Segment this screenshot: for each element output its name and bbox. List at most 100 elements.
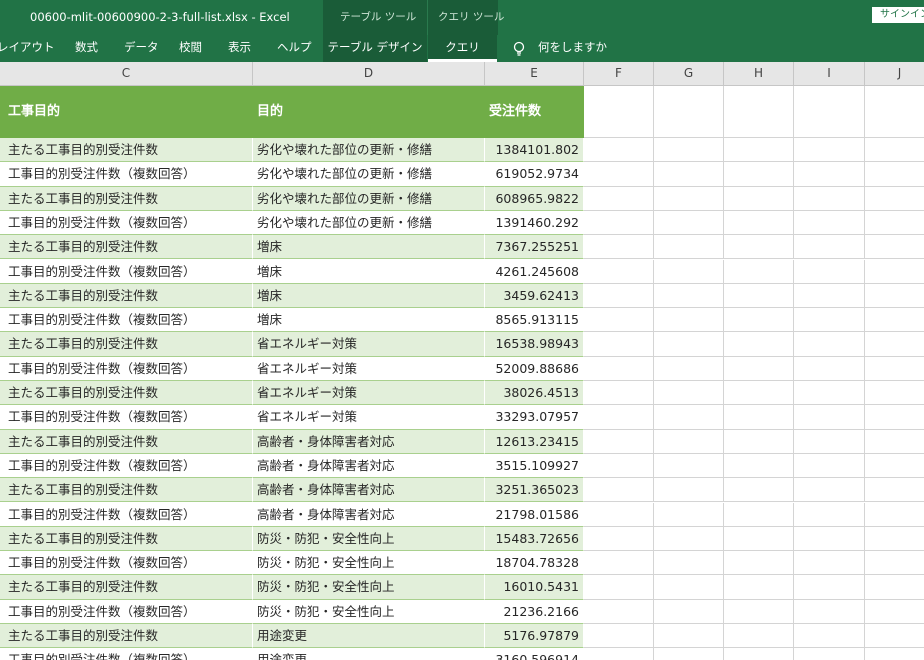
empty-cell[interactable] [654,235,724,260]
purpose-cell[interactable]: 劣化や壊れた部位の更新・修繕 [253,162,485,187]
order-count-cell[interactable]: 16538.98943 [485,332,584,357]
order-count-cell[interactable]: 15483.72656 [485,526,584,552]
purpose-type-cell[interactable]: 工事目的別受注件数（複数回答） [0,356,253,381]
empty-cell[interactable] [654,138,724,163]
empty-cell[interactable] [794,235,865,260]
empty-cell[interactable] [724,235,794,260]
purpose-type-cell[interactable]: 主たる工事目的別受注件数 [0,575,253,600]
empty-cell[interactable] [865,332,924,357]
purpose-type-cell[interactable]: 主たる工事目的別受注件数 [0,526,253,552]
purpose-type-cell[interactable]: 主たる工事目的別受注件数 [0,186,253,211]
empty-cell[interactable] [865,648,924,660]
order-count-cell[interactable]: 33293.07957 [485,405,584,430]
empty-cell[interactable] [724,453,794,479]
table-header-cell[interactable]: 受注件数 [485,86,584,138]
empty-cell[interactable] [865,551,924,576]
empty-cell[interactable] [865,284,924,309]
purpose-cell[interactable]: 劣化や壊れた部位の更新・修繕 [253,138,485,163]
empty-cell[interactable] [654,429,724,454]
tab-help[interactable]: ヘルプ [277,35,312,62]
order-count-cell[interactable]: 3251.365023 [485,478,584,503]
empty-cell[interactable] [794,599,865,624]
empty-cell[interactable] [654,259,724,284]
purpose-cell[interactable]: 防災・防犯・安全性向上 [253,526,485,552]
empty-cell[interactable] [584,235,654,260]
empty-cell[interactable] [654,332,724,357]
empty-cell[interactable] [724,138,794,163]
purpose-type-cell[interactable]: 工事目的別受注件数（複数回答） [0,502,253,527]
order-count-cell[interactable]: 5176.97879 [485,624,584,649]
purpose-type-cell[interactable]: 主たる工事目的別受注件数 [0,624,253,649]
order-count-cell[interactable]: 21798.01586 [485,502,584,527]
column-header-i[interactable]: I [794,62,865,85]
empty-cell[interactable] [865,235,924,260]
empty-cell[interactable] [865,138,924,163]
purpose-type-cell[interactable]: 工事目的別受注件数（複数回答） [0,599,253,624]
order-count-cell[interactable]: 1384101.802 [485,138,584,163]
empty-cell[interactable] [654,575,724,600]
empty-cell[interactable] [794,138,865,163]
empty-cell[interactable] [584,186,654,211]
purpose-cell[interactable]: 増床 [253,259,485,284]
tab-table-design[interactable]: テーブル デザイン [323,35,427,62]
empty-cell[interactable] [584,624,654,649]
empty-cell[interactable] [654,283,724,309]
purpose-cell[interactable]: 高齢者・身体障害者対応 [253,429,485,454]
purpose-type-cell[interactable]: 工事目的別受注件数（複数回答） [0,453,253,479]
empty-cell[interactable] [584,283,654,309]
empty-cell[interactable] [865,503,924,527]
empty-cell[interactable] [654,381,724,406]
empty-cell[interactable] [584,575,654,600]
empty-cell[interactable] [794,453,865,479]
order-count-cell[interactable]: 18704.78328 [485,551,584,576]
empty-cell[interactable] [724,526,794,552]
order-count-cell[interactable]: 21236.2166 [485,599,584,624]
empty-cell[interactable] [724,502,794,527]
column-header-g[interactable]: G [654,62,724,85]
purpose-cell[interactable]: 増床 [253,283,485,309]
empty-cell[interactable] [724,648,794,660]
tab-review[interactable]: 校閲 [179,35,202,62]
order-count-cell[interactable]: 16010.5431 [485,575,584,600]
purpose-type-cell[interactable]: 工事目的別受注件数（複数回答） [0,259,253,284]
empty-cell[interactable] [584,405,654,430]
purpose-cell[interactable]: 省エネルギー対策 [253,356,485,381]
empty-cell[interactable] [724,186,794,211]
column-header-h[interactable]: H [724,62,794,85]
empty-cell[interactable] [654,308,724,333]
empty-cell[interactable] [794,210,865,236]
empty-cell[interactable] [654,405,724,430]
empty-cell[interactable] [654,356,724,381]
empty-cell[interactable] [654,162,724,187]
purpose-type-cell[interactable]: 主たる工事目的別受注件数 [0,332,253,357]
empty-cell[interactable] [865,527,924,552]
empty-cell[interactable] [865,260,924,284]
empty-cell[interactable] [865,600,924,624]
empty-cell[interactable] [724,405,794,430]
empty-cell[interactable] [724,429,794,454]
empty-cell[interactable] [865,430,924,454]
order-count-cell[interactable]: 12613.23415 [485,429,584,454]
empty-cell[interactable] [584,210,654,236]
column-header-e[interactable]: E [485,62,584,85]
empty-cell[interactable] [584,162,654,187]
purpose-cell[interactable]: 用途変更 [253,624,485,649]
tab-layout[interactable]: レイアウト [0,35,55,62]
empty-cell[interactable] [865,357,924,381]
tab-formulas[interactable]: 数式 [75,35,98,62]
empty-cell[interactable] [584,453,654,479]
purpose-type-cell[interactable]: 工事目的別受注件数（複数回答） [0,308,253,333]
empty-cell[interactable] [865,624,924,649]
empty-cell[interactable] [794,502,865,527]
empty-cell[interactable] [584,648,654,660]
tab-query[interactable]: クエリ [428,35,497,62]
purpose-cell[interactable]: 防災・防犯・安全性向上 [253,575,485,600]
empty-cell[interactable] [584,86,654,138]
empty-cell[interactable] [724,308,794,333]
order-count-cell[interactable]: 619052.9734 [485,162,584,187]
order-count-cell[interactable]: 3515.109927 [485,453,584,479]
empty-cell[interactable] [584,259,654,284]
purpose-type-cell[interactable]: 主たる工事目的別受注件数 [0,283,253,309]
empty-cell[interactable] [584,502,654,527]
table-header-cell[interactable]: 目的 [253,86,485,138]
